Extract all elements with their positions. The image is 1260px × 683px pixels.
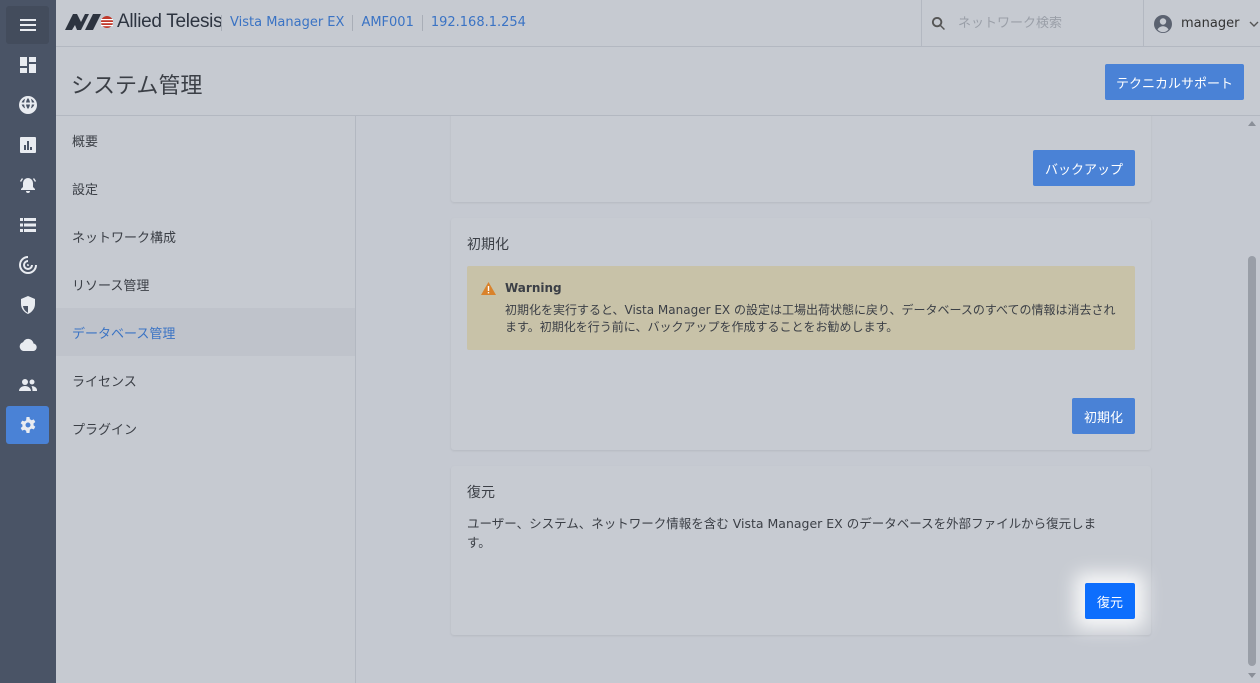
radar-icon[interactable]: [6, 246, 49, 284]
brand-name: Allied Telesis: [117, 11, 223, 32]
breadcrumb-product[interactable]: Vista Manager EX: [221, 15, 352, 31]
restore-description: ユーザー、システム、ネットワーク情報を含む Vista Manager EX の…: [467, 516, 1097, 550]
initialize-card: 初期化 Warning 初期化を実行すると、Vista Manager EX の…: [451, 218, 1151, 450]
page-header: システム管理 テクニカルサポート: [56, 47, 1260, 116]
top-bar: Allied Telesis Vista Manager EX AMF001 1…: [56, 0, 1260, 47]
initialize-button[interactable]: 初期化: [1072, 398, 1135, 434]
breadcrumb-network[interactable]: AMF001: [352, 15, 421, 31]
warning-title: Warning: [505, 281, 562, 295]
breadcrumb-address[interactable]: 192.168.1.254: [421, 15, 534, 31]
breadcrumb: Vista Manager EX AMF001 192.168.1.254: [221, 15, 534, 31]
warning-text: 初期化を実行すると、Vista Manager EX の設定は工場出荷状態に戻り…: [505, 303, 1116, 334]
warning-alert: Warning 初期化を実行すると、Vista Manager EX の設定は工…: [467, 266, 1135, 350]
subnav-item-plugins[interactable]: プラグイン: [56, 404, 355, 452]
vertical-scrollbar[interactable]: [1244, 116, 1260, 683]
initialize-card-title: 初期化: [467, 237, 509, 253]
main-content: バックアップ 初期化 Warning 初期化を実行すると、Vista Manag…: [356, 116, 1260, 683]
menu-icon[interactable]: [6, 6, 49, 44]
dashboard-icon[interactable]: [6, 46, 49, 84]
network-search: [921, 0, 1143, 47]
restore-card-title: 復元: [467, 485, 495, 501]
left-rail: [0, 0, 56, 683]
subnav-item-network-config[interactable]: ネットワーク構成: [56, 212, 355, 260]
restore-card: 復元 ユーザー、システム、ネットワーク情報を含む Vista Manager E…: [451, 466, 1151, 635]
scroll-thumb[interactable]: [1248, 256, 1256, 666]
user-name: manager: [1181, 16, 1240, 31]
search-icon: [931, 16, 945, 30]
alarm-icon[interactable]: [6, 166, 49, 204]
warning-icon: [481, 282, 496, 295]
subnav-item-resource-management[interactable]: リソース管理: [56, 260, 355, 308]
users-icon[interactable]: [6, 366, 49, 404]
account-icon: [1154, 14, 1172, 33]
user-menu[interactable]: manager: [1143, 0, 1260, 47]
gear-icon[interactable]: [6, 406, 49, 444]
system-admin-menu: 概要 設定 ネットワーク構成 リソース管理 データベース管理 ライセンス プラグ…: [56, 116, 356, 683]
search-input[interactable]: [958, 16, 1128, 31]
scroll-up-arrow-icon[interactable]: [1248, 121, 1256, 126]
chevron-down-icon: [1249, 21, 1259, 27]
subnav-item-overview[interactable]: 概要: [56, 116, 355, 164]
list-icon[interactable]: [6, 206, 49, 244]
scroll-down-arrow-icon[interactable]: [1248, 673, 1256, 678]
backup-card: バックアップ: [451, 116, 1151, 202]
shield-icon[interactable]: [6, 286, 49, 324]
globe-icon[interactable]: [6, 86, 49, 124]
subnav-item-database-management[interactable]: データベース管理: [56, 308, 355, 356]
subnav-item-settings[interactable]: 設定: [56, 164, 355, 212]
chart-icon[interactable]: [6, 126, 49, 164]
backup-button[interactable]: バックアップ: [1033, 150, 1135, 186]
restore-button[interactable]: 復元: [1085, 583, 1135, 619]
allied-telesis-logo-icon: [65, 14, 113, 30]
subnav-item-license[interactable]: ライセンス: [56, 356, 355, 404]
cloud-icon[interactable]: [6, 326, 49, 364]
page-title: システム管理: [71, 74, 203, 99]
brand-logo[interactable]: Allied Telesis: [65, 11, 223, 33]
technical-support-button[interactable]: テクニカルサポート: [1105, 64, 1244, 100]
